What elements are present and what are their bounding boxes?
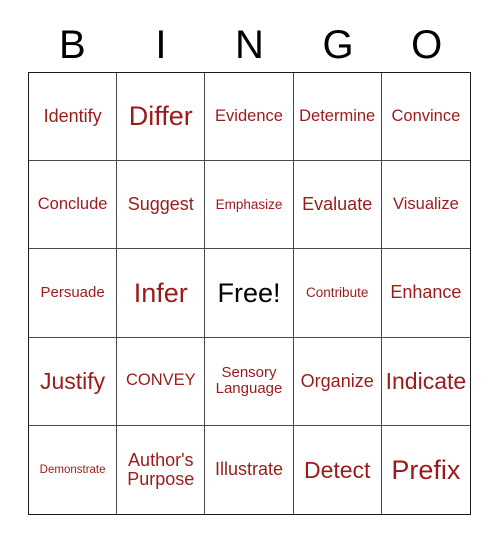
bingo-cell-label: Demonstrate (39, 463, 106, 476)
bingo-cell-label: Organize (300, 370, 374, 391)
bingo-cell-label: Differ (128, 101, 193, 132)
bingo-cell[interactable]: Suggest (117, 161, 206, 250)
bingo-cell-label: Justify (40, 368, 106, 394)
bingo-cell[interactable]: Illustrate (205, 425, 294, 514)
bingo-cell-label: Convince (391, 106, 461, 125)
bingo-cell[interactable]: Conclude (29, 161, 118, 250)
bingo-cell-label: Visualize (393, 195, 459, 214)
bingo-cell[interactable]: CONVEY (117, 337, 206, 426)
bingo-cell[interactable]: Identify (29, 73, 118, 162)
bingo-header-letter-i: I (155, 23, 167, 67)
bingo-cell-label: Detect (303, 456, 371, 483)
bingo-cell-label: Determine (299, 106, 376, 125)
bingo-cell-label: Evidence (215, 106, 283, 125)
bingo-header-letter-o: O (411, 23, 443, 67)
bingo-cell[interactable]: Visualize (381, 161, 470, 250)
bingo-cell[interactable]: Convince (381, 73, 470, 162)
bingo-cell[interactable]: Justify (29, 337, 118, 426)
bingo-cell-label: Author's Purpose (127, 449, 195, 489)
bingo-cell[interactable]: Infer (117, 249, 206, 338)
bingo-cell[interactable]: Persuade (29, 249, 118, 338)
bingo-cell[interactable]: Differ (117, 73, 206, 162)
bingo-cell-label: CONVEY (125, 371, 196, 390)
bingo-cell-label: Suggest (127, 194, 194, 215)
bingo-cell-label: Evaluate (302, 194, 373, 215)
bingo-cell[interactable]: Evidence (205, 73, 294, 162)
bingo-cell-label: Contribute (306, 284, 369, 300)
bingo-cell-label: Conclude (37, 195, 108, 214)
bingo-cell[interactable]: Sensory Language (205, 337, 294, 426)
bingo-cell[interactable]: Evaluate (293, 161, 382, 250)
bingo-cell-label: Enhance (390, 282, 462, 303)
bingo-cell-label: Identify (43, 106, 102, 127)
bingo-cell[interactable]: Determine (293, 73, 382, 162)
bingo-cell-label: Illustrate (214, 459, 283, 480)
bingo-cell-label: Prefix (391, 454, 461, 485)
bingo-cell-label: Free! (217, 277, 281, 308)
bingo-cell-label: Persuade (40, 284, 105, 302)
bingo-cell[interactable]: Contribute (293, 249, 382, 338)
bingo-cell[interactable]: Demonstrate (29, 425, 118, 514)
bingo-header-letter-n: N (235, 23, 264, 67)
bingo-cell-label: Indicate (385, 368, 467, 394)
bingo-card: B I N G O Identify Differ Evidence Determin… (0, 0, 500, 544)
bingo-cell[interactable]: Detect (293, 425, 382, 514)
bingo-cell-label: Infer (133, 277, 188, 308)
bingo-header-letter-g: G (322, 23, 354, 67)
bingo-cell-label: Emphasize (215, 196, 283, 212)
bingo-grid: Identify Differ Evidence Determine Convince C… (28, 72, 471, 515)
bingo-header-row: B I N G O (28, 18, 471, 72)
bingo-cell[interactable]: Prefix (381, 425, 470, 514)
bingo-cell-label: Sensory Language (215, 364, 283, 398)
bingo-cell[interactable]: Emphasize (205, 161, 294, 250)
bingo-header-letter-b: B (58, 23, 86, 67)
bingo-cell[interactable]: Indicate (381, 337, 470, 426)
bingo-cell[interactable]: Organize (293, 337, 382, 426)
bingo-cell-free-space[interactable]: Free! (205, 249, 294, 338)
bingo-cell[interactable]: Author's Purpose (117, 425, 206, 514)
bingo-cell[interactable]: Enhance (381, 249, 470, 338)
